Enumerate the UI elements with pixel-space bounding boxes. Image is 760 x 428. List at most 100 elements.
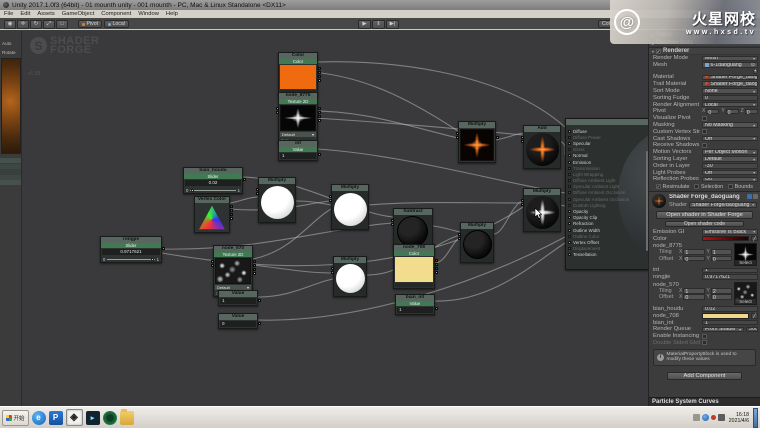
port-r[interactable] — [318, 67, 321, 70]
shader-forge-canvas[interactable]: S SHADER FORGE v1.38 — [22, 31, 648, 406]
input-port[interactable] — [568, 154, 571, 157]
reflection-probes-dropdown[interactable]: Off▾ — [702, 177, 758, 183]
port-a[interactable] — [521, 199, 524, 202]
output-ports[interactable] — [318, 153, 321, 156]
render-queue-field[interactable]: 3000 — [746, 327, 758, 333]
axis-field[interactable]: 0 — [726, 109, 739, 115]
trail-material-object-field[interactable]: Shader Forge_daoguang⊙ — [702, 81, 758, 87]
motion-vectors-dropdown[interactable]: Per Object Motion▾ — [702, 149, 758, 155]
input-port[interactable] — [568, 241, 571, 244]
axis-field[interactable]: 2 — [711, 288, 732, 294]
render-alignment-dropdown[interactable]: Local▾ — [702, 102, 758, 108]
material-header[interactable]: Shader Forge_daoguang Shader Shader Forg… — [649, 191, 760, 210]
sf-node-int[interactable]: int Value 1 — [278, 140, 318, 161]
input-port[interactable] — [568, 229, 571, 232]
port-b[interactable] — [331, 271, 334, 274]
slider-value[interactable]: 0.02 — [185, 180, 241, 186]
play-button[interactable]: ▶ — [358, 20, 371, 29]
input-ports[interactable] — [211, 260, 214, 267]
sf-node-multiply-orange[interactable]: Multiply — [458, 121, 496, 163]
tray-alert-icon[interactable] — [711, 415, 716, 420]
input-port[interactable] — [568, 198, 571, 201]
port-a[interactable] — [521, 136, 524, 139]
tray-volume-icon[interactable] — [718, 414, 725, 421]
foldout-arrow-icon[interactable]: ▾ — [652, 49, 654, 54]
port-r[interactable] — [318, 107, 321, 110]
slider-row[interactable]: 0 1 — [101, 256, 161, 262]
texture-thumbnail[interactable]: Select — [734, 243, 757, 266]
port-out[interactable] — [258, 299, 261, 302]
color-color-swatch[interactable] — [702, 236, 749, 242]
toggle-bounds[interactable]: Bounds — [728, 184, 753, 190]
port-b[interactable] — [256, 192, 259, 195]
checkbox[interactable]: ✓ — [656, 184, 661, 189]
input-port[interactable] — [568, 247, 571, 250]
show-desktop-button[interactable] — [753, 408, 758, 428]
sf-node-rongjie[interactable]: rongjie Slider 0.9717621 0 1 — [100, 236, 162, 263]
port-out[interactable] — [496, 136, 499, 139]
bian-houdu-field[interactable]: 0.02 — [702, 306, 758, 312]
port-b[interactable] — [435, 267, 438, 270]
sort-mode-dropdown[interactable]: None▾ — [702, 88, 758, 94]
port-out[interactable] — [258, 322, 261, 325]
sf-node-tex8775[interactable]: node_8775 Texture 2D Default ▾ Normal ma… — [278, 92, 318, 144]
slider-track[interactable] — [190, 190, 235, 191]
port-a[interactable] — [318, 119, 321, 122]
input-port[interactable] — [568, 222, 571, 225]
menu-gameobject[interactable]: GameObject — [62, 11, 95, 17]
texture-select-button[interactable]: Select — [735, 260, 756, 265]
sf-node-multiply-3[interactable]: Multiply — [333, 256, 367, 297]
sf-node-vertex-color[interactable]: Vertex Color — [194, 196, 230, 233]
port-b[interactable] — [391, 223, 394, 226]
input-port[interactable] — [568, 161, 571, 164]
left-label-rotate[interactable]: Rotate — [0, 50, 21, 55]
browser-icon[interactable]: e — [32, 411, 46, 425]
texture-preview[interactable] — [215, 258, 251, 284]
sf-node-bian-houdu[interactable]: bian_houdu Slider 0.02 0 1 — [183, 167, 243, 194]
port-mip[interactable] — [211, 264, 214, 267]
enable-instancing-checkbox[interactable] — [702, 334, 707, 339]
sf-node-value-1[interactable]: Value 1 — [218, 290, 258, 306]
port-uv[interactable] — [211, 260, 214, 263]
start-button[interactable]: 开始 — [2, 410, 29, 426]
value-field[interactable]: 0 — [220, 321, 256, 327]
slider-row[interactable]: 0 1 — [184, 187, 242, 193]
step-button[interactable]: ▶| — [386, 20, 399, 29]
sf-node-main[interactable]: Main DiffuseDiffuse PowerSpecularGlossNo… — [565, 118, 648, 270]
texture-thumbnail[interactable]: Select — [734, 282, 757, 305]
left-label-auto[interactable]: Auto — [0, 41, 21, 46]
sf-node-value-0[interactable]: Value 0 — [218, 313, 258, 329]
port-g[interactable] — [253, 264, 256, 267]
tray-printer-icon[interactable] — [693, 414, 700, 421]
port-uv[interactable] — [276, 107, 279, 110]
move-tool-icon[interactable]: ✛ — [17, 20, 29, 29]
input-port[interactable] — [568, 142, 571, 145]
input-port[interactable] — [568, 185, 571, 188]
input-ports[interactable] — [456, 132, 459, 139]
unity-taskbar-icon[interactable]: ◈ — [66, 409, 83, 426]
port-b[interactable] — [456, 136, 459, 139]
int-field[interactable]: 1 — [702, 268, 758, 274]
port-g[interactable] — [318, 71, 321, 74]
list-item[interactable] — [0, 169, 21, 174]
rotate-tool-icon[interactable]: ↻ — [30, 20, 42, 29]
sf-node-multiply-black[interactable]: Multiply — [460, 222, 494, 263]
input-port[interactable] — [568, 191, 571, 194]
eyedropper-icon[interactable]: ╱ — [751, 313, 758, 319]
sf-node-add[interactable]: Add — [523, 125, 561, 169]
axis-field[interactable]: 0 — [711, 256, 732, 262]
pause-button[interactable]: ‖ — [372, 20, 385, 29]
order-in-layer-field[interactable]: -30 — [702, 163, 758, 169]
toggle-resimulate[interactable]: ✓Resimulate — [656, 184, 689, 190]
input-port[interactable] — [568, 204, 571, 207]
menu-component[interactable]: Component — [101, 11, 131, 17]
open-shader-in-shader-forge-button[interactable]: Open shader in Shader Forge — [656, 211, 753, 219]
output-ports[interactable] — [258, 299, 261, 302]
local-toggle[interactable]: Local — [104, 20, 129, 28]
port-a[interactable] — [435, 271, 438, 274]
axis-field[interactable]: 1 — [711, 249, 732, 255]
axis-field[interactable]: 1 — [683, 288, 704, 294]
port-out[interactable] — [162, 247, 165, 250]
sf-node-multiply-2[interactable]: Multiply — [331, 184, 369, 230]
sf-node-bian-int[interactable]: bian_int Value 1 — [395, 294, 435, 315]
